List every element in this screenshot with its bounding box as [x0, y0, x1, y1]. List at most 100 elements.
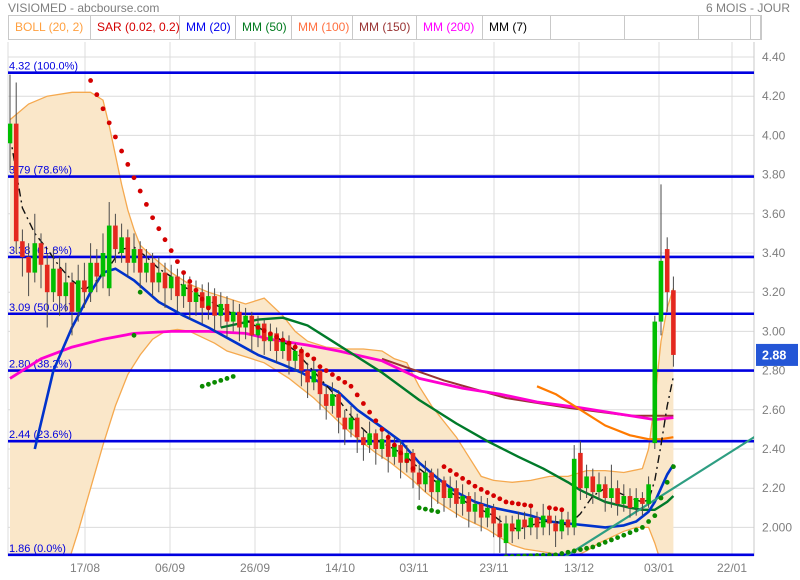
sar-dot — [615, 535, 620, 540]
candle-body — [603, 484, 608, 498]
candle-body — [361, 437, 366, 445]
sar-dot — [652, 513, 657, 518]
sar-dot — [163, 237, 168, 242]
x-tick-label: 13/12 — [564, 561, 594, 575]
candle-body — [324, 394, 329, 406]
candle-body — [175, 277, 180, 297]
candle-body — [504, 523, 509, 543]
candle-body — [33, 243, 38, 272]
x-axis-labels: 17/0806/0926/0914/1003/1123/1113/1203/01… — [70, 561, 747, 575]
sar-dot — [435, 509, 440, 514]
candle-body — [584, 476, 589, 488]
candle-body — [88, 263, 93, 292]
sar-dot — [460, 476, 465, 481]
candle-body — [299, 351, 304, 371]
candle-body — [57, 269, 62, 296]
sar-dot — [361, 401, 366, 406]
sar-dot — [181, 270, 186, 275]
stock-chart-page: { "header": { "title": "VISIOMED - abcbo… — [0, 0, 800, 580]
sar-dot — [442, 464, 447, 469]
sar-dot — [342, 380, 347, 385]
candle-body — [578, 453, 583, 488]
sar-dot — [417, 505, 422, 510]
sar-dot — [212, 380, 217, 385]
candle-body — [312, 371, 317, 383]
sar-dot — [119, 149, 124, 154]
candle-body — [553, 523, 558, 531]
candle-body — [126, 237, 131, 262]
sar-dot — [566, 550, 571, 555]
sar-dot — [200, 297, 205, 302]
candle-body — [541, 516, 546, 528]
sar-dot — [94, 92, 99, 97]
sar-dot — [535, 553, 540, 558]
candle-body — [423, 473, 428, 485]
legend-item-boll-20-2: BOLL (20, 2) — [9, 16, 91, 39]
candle-body — [219, 304, 224, 316]
candle-body — [615, 488, 620, 504]
sar-dot — [138, 290, 143, 295]
y-tick-label: 2.20 — [762, 481, 786, 495]
sar-dot — [423, 507, 428, 512]
sar-dot — [504, 554, 509, 559]
candle-body — [429, 473, 434, 493]
candle-body — [609, 488, 614, 498]
y-tick-label: 2.60 — [762, 403, 786, 417]
candle-body — [132, 249, 137, 263]
candle-body — [45, 265, 50, 292]
candle-body — [144, 263, 149, 273]
sar-dot — [386, 435, 391, 440]
sar-dot — [609, 538, 614, 543]
sar-dot — [107, 120, 112, 125]
sar-dot — [485, 490, 490, 495]
sar-dot — [572, 549, 577, 554]
sar-dot — [553, 506, 558, 511]
candle-body — [101, 253, 106, 277]
sar-dot — [448, 468, 453, 473]
candle-body — [14, 124, 19, 242]
x-tick-label: 26/09 — [240, 561, 270, 575]
candle-body — [498, 523, 503, 537]
legend-item-empty-9 — [625, 16, 699, 39]
sar-dot — [318, 364, 323, 369]
candle-body — [225, 304, 230, 322]
sar-dot — [231, 374, 236, 379]
candle-body — [522, 520, 527, 528]
x-tick-label: 03/11 — [399, 561, 428, 575]
candle-body — [76, 280, 81, 311]
candle-body — [349, 418, 354, 430]
candle-body — [659, 261, 664, 322]
x-tick-label: 22/01 — [717, 561, 747, 575]
sar-dot — [206, 305, 211, 310]
candle-body — [640, 498, 645, 504]
sar-dot — [429, 508, 434, 513]
sar-dot — [355, 393, 360, 398]
candle-body — [82, 280, 87, 292]
x-tick-label: 03/01 — [644, 561, 674, 575]
sar-dot — [144, 202, 149, 207]
candle-body — [150, 263, 155, 283]
candle-body — [634, 498, 639, 508]
legend-item-mm-7: MM (7) — [483, 16, 551, 39]
candle-body — [119, 237, 124, 253]
sar-dot — [138, 189, 143, 194]
indicator-legend: BOLL (20, 2)SAR (0.02, 0.2)MM (20)MM (50… — [8, 15, 762, 40]
candle-body — [628, 496, 633, 508]
sar-dot — [268, 331, 273, 336]
candle-body — [448, 488, 453, 498]
fib-label: 2.44 (23.6%) — [9, 429, 72, 441]
sar-dot — [597, 542, 602, 547]
candle-body — [591, 476, 596, 492]
candle-body — [70, 282, 75, 311]
sar-dot — [590, 545, 595, 550]
candle-body — [26, 257, 31, 273]
candle-body — [188, 284, 193, 302]
sar-dot — [113, 135, 118, 140]
sar-dot — [479, 487, 484, 492]
sar-dot — [603, 540, 608, 545]
sar-dot — [206, 382, 211, 387]
candle-body — [293, 351, 298, 361]
sar-dot — [553, 552, 558, 557]
candle-body — [646, 484, 651, 504]
sar-dot — [541, 553, 546, 558]
